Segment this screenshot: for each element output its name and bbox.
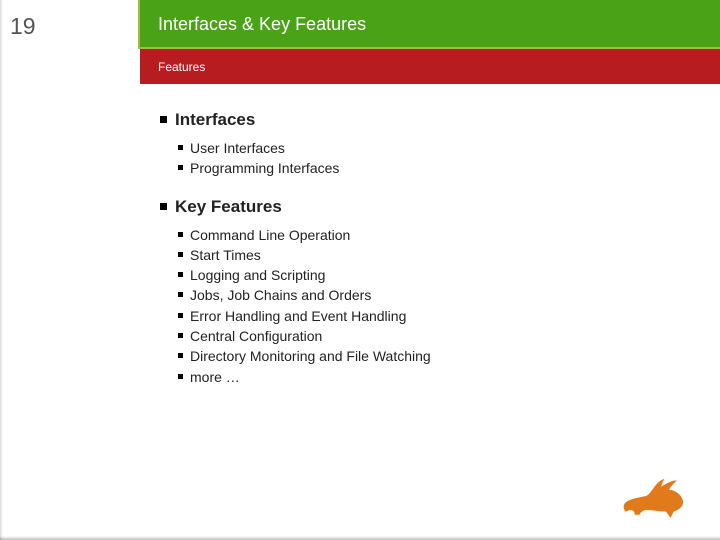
list-item-text: more … bbox=[190, 367, 240, 387]
slide-title: Interfaces & Key Features bbox=[158, 14, 366, 35]
list-item: more … bbox=[178, 367, 680, 387]
bullet-icon bbox=[178, 145, 183, 150]
list-item-text: Logging and Scripting bbox=[190, 265, 325, 285]
bullet-icon bbox=[178, 165, 183, 170]
bullet-icon bbox=[178, 333, 183, 338]
list-item-text: Central Configuration bbox=[190, 326, 322, 346]
slide-subtitle: Features bbox=[158, 60, 205, 74]
section-heading-text: Interfaces bbox=[175, 110, 255, 130]
list-item-text: Directory Monitoring and File Watching bbox=[190, 346, 431, 366]
list-item-text: Programming Interfaces bbox=[190, 158, 339, 178]
rabbit-logo-icon bbox=[616, 472, 694, 520]
list-item-text: Error Handling and Event Handling bbox=[190, 306, 406, 326]
bullet-icon bbox=[178, 374, 183, 379]
section-heading-text: Key Features bbox=[175, 197, 282, 217]
slide-subtitle-bar: Features bbox=[140, 49, 720, 84]
list-item: Command Line Operation bbox=[178, 225, 680, 245]
slide-number: 19 bbox=[0, 0, 140, 49]
bullet-icon bbox=[160, 203, 167, 210]
bullet-icon bbox=[160, 116, 167, 123]
slide-title-bar: Interfaces & Key Features bbox=[140, 0, 720, 49]
list-item: Directory Monitoring and File Watching bbox=[178, 346, 680, 366]
list-item-text: User Interfaces bbox=[190, 138, 285, 158]
bullet-icon bbox=[178, 232, 183, 237]
bullet-icon bbox=[178, 313, 183, 318]
shadow-bottom bbox=[0, 536, 720, 540]
list-item-text: Start Times bbox=[190, 245, 261, 265]
list-item-text: Jobs, Job Chains and Orders bbox=[190, 285, 371, 305]
header-divider bbox=[140, 47, 720, 49]
list-item: Logging and Scripting bbox=[178, 265, 680, 285]
shadow-left bbox=[0, 0, 3, 540]
list-item: Jobs, Job Chains and Orders bbox=[178, 285, 680, 305]
list-item: Error Handling and Event Handling bbox=[178, 306, 680, 326]
section-key-features: Key Features Command Line Operation Star… bbox=[160, 197, 680, 387]
slide-number-text: 19 bbox=[10, 13, 36, 40]
list-item-text: Command Line Operation bbox=[190, 225, 350, 245]
bullet-icon bbox=[178, 252, 183, 257]
bullet-icon bbox=[178, 272, 183, 277]
section-heading: Interfaces bbox=[160, 110, 680, 130]
list-item: Programming Interfaces bbox=[178, 158, 680, 178]
section-heading: Key Features bbox=[160, 197, 680, 217]
section-interfaces: Interfaces User Interfaces Programming I… bbox=[160, 110, 680, 179]
bullet-icon bbox=[178, 292, 183, 297]
content-area: Interfaces User Interfaces Programming I… bbox=[160, 110, 680, 405]
list-item: Central Configuration bbox=[178, 326, 680, 346]
list-item: User Interfaces bbox=[178, 138, 680, 158]
bullet-icon bbox=[178, 353, 183, 358]
list-item: Start Times bbox=[178, 245, 680, 265]
slide: 19 Interfaces & Key Features Features In… bbox=[0, 0, 720, 540]
